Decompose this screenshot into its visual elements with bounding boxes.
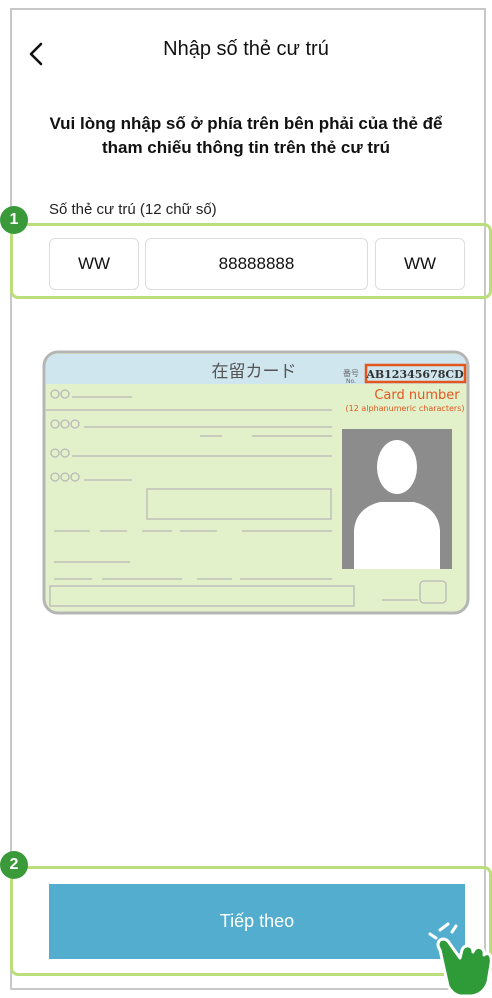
next-button[interactable]: Tiếp theo <box>49 884 465 959</box>
card-middle-input[interactable]: 88888888 <box>145 238 368 290</box>
tap-hand-icon <box>428 922 492 998</box>
card-number-label: Số thẻ cư trú (12 chữ số) <box>49 201 217 218</box>
card-no-sublabel: No. <box>346 378 356 385</box>
card-number-callout-sub: (12 alphanumeric characters) <box>346 404 465 413</box>
page-title: Nhập số thẻ cư trú <box>163 38 329 60</box>
card-no-label: 番号 <box>343 368 359 378</box>
residence-card-illustration: 在留カード 番号 No. AB12345678CD Card number (1… <box>42 350 470 615</box>
step1-badge: 1 <box>0 206 28 234</box>
card-number-callout: Card number <box>374 388 460 403</box>
card-suffix-input[interactable]: WW <box>375 238 465 290</box>
step2-badge: 2 <box>0 851 28 879</box>
card-sample-number: AB12345678CD <box>365 368 464 381</box>
residence-card-image: 在留カード 番号 No. AB12345678CD Card number (1… <box>42 350 470 615</box>
card-title-jp: 在留カード <box>212 362 297 382</box>
instruction-text: Vui lòng nhập số ở phía trên bên phải củ… <box>49 114 443 157</box>
card-prefix-input[interactable]: WW <box>49 238 139 290</box>
